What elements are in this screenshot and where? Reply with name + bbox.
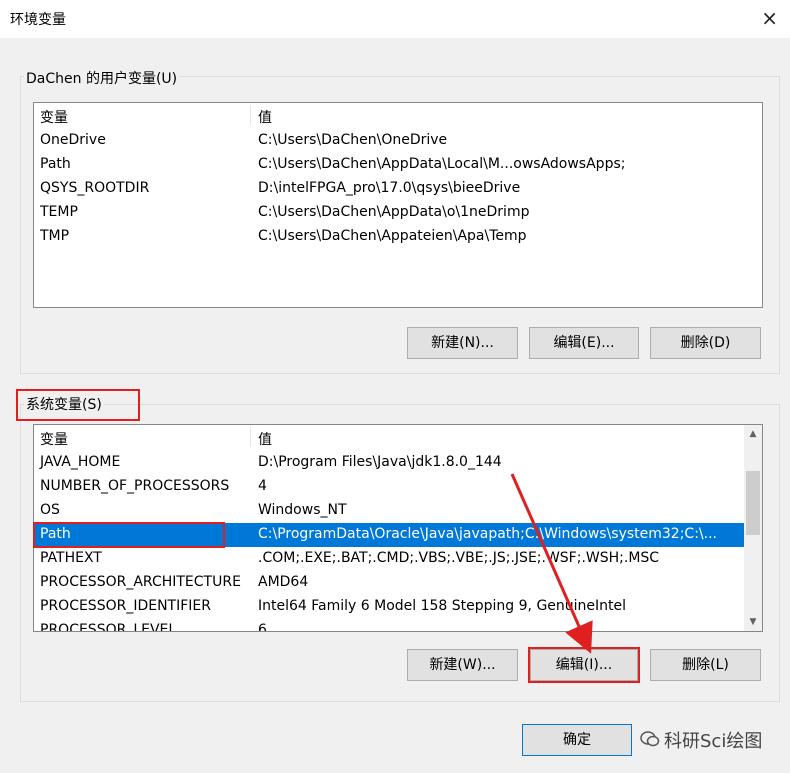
variable-name: PROCESSOR_LEVEL [40,622,177,632]
variable-name: Path [40,156,71,172]
variable-value: C:\ProgramData\Oracle\Java\javapath;C:\W… [258,526,717,542]
ok-button[interactable]: 确定 [522,724,632,756]
system-variable-row[interactable]: JAVA_HOME D:\Program Files\Java\jdk1.8.0_… [34,451,762,475]
user-variable-row[interactable]: Path C:\Users\DaChen\AppData\Local\M...ow… [34,153,762,177]
variable-name: QSYS_ROOTDIR [40,180,150,196]
variable-value: C:\Users\DaChen\AppData\Local\M...owsAdo… [258,156,626,172]
variable-name: PROCESSOR_IDENTIFIER [40,598,211,614]
user-variables-list[interactable]: 变量 值 OneDrive C:\Users\DaChen\OneDrive Pat… [33,102,763,308]
close-icon[interactable]: × [761,6,778,30]
variable-name: Path [40,526,71,542]
user-delete-button[interactable]: 删除(D) [650,327,761,359]
window-title: 环境变量 [10,12,66,28]
system-variable-row[interactable]: PROCESSOR_ARCHITECTURE AMD64 [34,571,762,595]
user-variable-row[interactable]: TEMP C:\Users\DaChen\AppData\o\1neDrimp [34,201,762,225]
system-variable-row[interactable]: PATHEXT .COM;.EXE;.BAT;.CMD;.VBS;.VBE;.JS… [34,547,762,571]
system-list-header: 变量 值 [34,425,762,449]
system-variable-row[interactable]: PROCESSOR_LEVEL 6 [34,619,762,632]
variable-name: NUMBER_OF_PROCESSORS [40,478,230,494]
variable-value: 6 [258,622,267,632]
title-bar: 环境变量 × [0,0,790,38]
variable-name: PATHEXT [40,550,102,566]
user-edit-button[interactable]: 编辑(E)... [529,327,639,359]
column-header-variable[interactable]: 变量 [40,429,68,449]
variable-value: C:\Users\DaChen\OneDrive [258,132,448,148]
user-variable-row[interactable]: OneDrive C:\Users\DaChen\OneDrive [34,129,762,153]
scroll-up-icon[interactable]: ▲ [744,425,762,443]
column-divider[interactable] [250,105,251,125]
column-divider[interactable] [250,427,251,447]
variable-value: D:\Program Files\Java\jdk1.8.0_144 [258,454,502,470]
variable-value: AMD64 [258,574,309,590]
user-variable-row[interactable]: QSYS_ROOTDIR D:\intelFPGA_pro\17.0\qsys\b… [34,177,762,201]
user-list-header: 变量 值 [34,103,762,127]
column-header-value[interactable]: 值 [258,107,272,127]
system-delete-button[interactable]: 删除(L) [650,649,761,681]
variable-name: TEMP [40,204,78,220]
variable-value: D:\intelFPGA_pro\17.0\qsys\bieeDrive [258,180,521,196]
user-variables-group-label: DaChen 的用户变量(U) [24,68,180,88]
variable-name: OS [40,502,60,518]
scrollbar-thumb[interactable] [746,471,760,535]
column-header-variable[interactable]: 变量 [40,107,68,127]
system-variable-row[interactable]: NUMBER_OF_PROCESSORS 4 [34,475,762,499]
system-variable-row[interactable]: OS Windows_NT [34,499,762,523]
system-variables-group-label: 系统变量(S) [24,394,104,414]
system-list-scrollbar[interactable]: ▲ ▼ [744,425,762,631]
scroll-down-icon[interactable]: ▼ [744,613,762,631]
variable-value: .COM;.EXE;.BAT;.CMD;.VBS;.VBE;.JS;.JSE;.… [258,550,660,566]
system-new-button[interactable]: 新建(W)... [407,649,518,681]
watermark-text: 科研Sci绘图 [664,731,763,752]
user-new-button[interactable]: 新建(N)... [407,327,518,359]
user-variable-row[interactable]: TMP C:\Users\DaChen\Appateien\Apa\Temp [34,225,762,249]
column-header-value[interactable]: 值 [258,429,272,449]
variable-value: Windows_NT [258,502,347,518]
wechat-icon [640,731,660,747]
system-variable-row[interactable]: PROCESSOR_IDENTIFIER Intel64 Family 6 Mod… [34,595,762,619]
variable-value: 4 [258,478,267,494]
system-variable-row[interactable]: Path C:\ProgramData\Oracle\Java\javapath;… [34,523,762,547]
system-edit-button[interactable]: 编辑(I)... [530,649,638,681]
variable-value: C:\Users\DaChen\AppData\o\1neDrimp [258,204,530,220]
system-variables-list[interactable]: 变量 值 JAVA_HOME D:\Program Files\Java\jdk1… [33,424,763,632]
variable-value: C:\Users\DaChen\Appateien\Apa\Temp [258,228,527,244]
variable-value: Intel64 Family 6 Model 158 Stepping 9, G… [258,598,627,614]
variable-name: TMP [40,228,70,244]
variable-name: JAVA_HOME [40,454,121,470]
variable-name: OneDrive [40,132,106,148]
variable-name: PROCESSOR_ARCHITECTURE [40,574,241,590]
